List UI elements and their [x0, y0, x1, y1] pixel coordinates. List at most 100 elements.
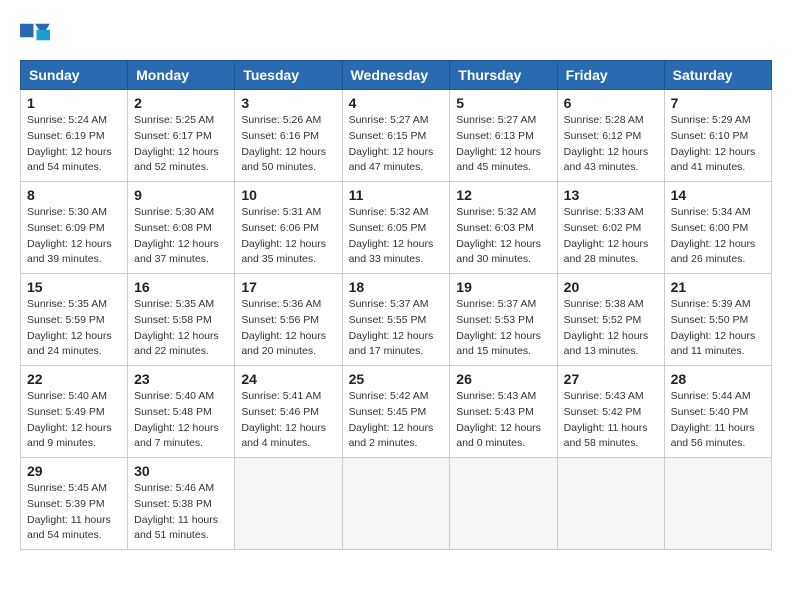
- daylight-minutes: and 50 minutes.: [241, 161, 316, 173]
- calendar-cell: 1 Sunrise: 5:24 AM Sunset: 6:19 PM Dayli…: [21, 90, 128, 182]
- day-info: Sunrise: 5:45 AM Sunset: 5:39 PM Dayligh…: [27, 481, 121, 544]
- day-number: 23: [134, 371, 228, 387]
- sunset-label: Sunset: 6:15 PM: [349, 130, 427, 142]
- daylight-minutes: and 24 minutes.: [27, 345, 102, 357]
- daylight-label: Daylight: 12 hours: [134, 146, 219, 158]
- day-info: Sunrise: 5:35 AM Sunset: 5:59 PM Dayligh…: [27, 297, 121, 360]
- daylight-minutes: and 33 minutes.: [349, 253, 424, 265]
- calendar-cell: 3 Sunrise: 5:26 AM Sunset: 6:16 PM Dayli…: [235, 90, 342, 182]
- day-number: 6: [564, 95, 658, 111]
- daylight-minutes: and 37 minutes.: [134, 253, 209, 265]
- daylight-minutes: and 0 minutes.: [456, 437, 525, 449]
- daylight-minutes: and 2 minutes.: [349, 437, 418, 449]
- calendar-cell: 24 Sunrise: 5:41 AM Sunset: 5:46 PM Dayl…: [235, 366, 342, 458]
- daylight-label: Daylight: 12 hours: [564, 330, 649, 342]
- sunset-label: Sunset: 5:38 PM: [134, 498, 212, 510]
- day-info: Sunrise: 5:25 AM Sunset: 6:17 PM Dayligh…: [134, 113, 228, 176]
- day-info: Sunrise: 5:30 AM Sunset: 6:08 PM Dayligh…: [134, 205, 228, 268]
- sunrise-label: Sunrise: 5:36 AM: [241, 298, 321, 310]
- daylight-minutes: and 43 minutes.: [564, 161, 639, 173]
- calendar-cell: 4 Sunrise: 5:27 AM Sunset: 6:15 PM Dayli…: [342, 90, 450, 182]
- sunrise-label: Sunrise: 5:40 AM: [27, 390, 107, 402]
- calendar-week-row: 29 Sunrise: 5:45 AM Sunset: 5:39 PM Dayl…: [21, 458, 772, 550]
- day-number: 19: [456, 279, 550, 295]
- calendar-cell: 6 Sunrise: 5:28 AM Sunset: 6:12 PM Dayli…: [557, 90, 664, 182]
- calendar-cell: 7 Sunrise: 5:29 AM Sunset: 6:10 PM Dayli…: [664, 90, 771, 182]
- day-info: Sunrise: 5:27 AM Sunset: 6:15 PM Dayligh…: [349, 113, 444, 176]
- daylight-minutes: and 26 minutes.: [671, 253, 746, 265]
- day-info: Sunrise: 5:35 AM Sunset: 5:58 PM Dayligh…: [134, 297, 228, 360]
- daylight-label: Daylight: 12 hours: [671, 146, 756, 158]
- sunrise-label: Sunrise: 5:46 AM: [134, 482, 214, 494]
- calendar-cell: 23 Sunrise: 5:40 AM Sunset: 5:48 PM Dayl…: [128, 366, 235, 458]
- day-info: Sunrise: 5:34 AM Sunset: 6:00 PM Dayligh…: [671, 205, 765, 268]
- logo-icon: [20, 20, 50, 50]
- calendar-week-row: 8 Sunrise: 5:30 AM Sunset: 6:09 PM Dayli…: [21, 182, 772, 274]
- calendar-cell: 20 Sunrise: 5:38 AM Sunset: 5:52 PM Dayl…: [557, 274, 664, 366]
- sunset-label: Sunset: 5:45 PM: [349, 406, 427, 418]
- sunrise-label: Sunrise: 5:35 AM: [134, 298, 214, 310]
- day-info: Sunrise: 5:27 AM Sunset: 6:13 PM Dayligh…: [456, 113, 550, 176]
- day-number: 10: [241, 187, 335, 203]
- sunrise-label: Sunrise: 5:39 AM: [671, 298, 751, 310]
- daylight-minutes: and 30 minutes.: [456, 253, 531, 265]
- daylight-minutes: and 41 minutes.: [671, 161, 746, 173]
- sunrise-label: Sunrise: 5:27 AM: [456, 114, 536, 126]
- daylight-label: Daylight: 12 hours: [134, 330, 219, 342]
- day-info: Sunrise: 5:43 AM Sunset: 5:42 PM Dayligh…: [564, 389, 658, 452]
- daylight-minutes: and 39 minutes.: [27, 253, 102, 265]
- daylight-minutes: and 15 minutes.: [456, 345, 531, 357]
- daylight-label: Daylight: 12 hours: [456, 422, 541, 434]
- daylight-minutes: and 54 minutes.: [27, 161, 102, 173]
- col-wednesday: Wednesday: [342, 61, 450, 90]
- day-number: 8: [27, 187, 121, 203]
- calendar-cell: 14 Sunrise: 5:34 AM Sunset: 6:00 PM Dayl…: [664, 182, 771, 274]
- sunset-label: Sunset: 5:53 PM: [456, 314, 534, 326]
- sunrise-label: Sunrise: 5:42 AM: [349, 390, 429, 402]
- day-number: 11: [349, 187, 444, 203]
- sunrise-label: Sunrise: 5:27 AM: [349, 114, 429, 126]
- sunset-label: Sunset: 5:49 PM: [27, 406, 105, 418]
- sunset-label: Sunset: 6:06 PM: [241, 222, 319, 234]
- day-number: 15: [27, 279, 121, 295]
- sunrise-label: Sunrise: 5:35 AM: [27, 298, 107, 310]
- sunset-label: Sunset: 6:19 PM: [27, 130, 105, 142]
- day-number: 25: [349, 371, 444, 387]
- day-info: Sunrise: 5:40 AM Sunset: 5:49 PM Dayligh…: [27, 389, 121, 452]
- calendar-cell: 2 Sunrise: 5:25 AM Sunset: 6:17 PM Dayli…: [128, 90, 235, 182]
- day-number: 9: [134, 187, 228, 203]
- daylight-label: Daylight: 12 hours: [349, 330, 434, 342]
- daylight-label: Daylight: 12 hours: [27, 330, 112, 342]
- calendar-cell: 18 Sunrise: 5:37 AM Sunset: 5:55 PM Dayl…: [342, 274, 450, 366]
- sunset-label: Sunset: 6:10 PM: [671, 130, 749, 142]
- sunset-label: Sunset: 5:40 PM: [671, 406, 749, 418]
- col-tuesday: Tuesday: [235, 61, 342, 90]
- logo: [20, 20, 58, 50]
- daylight-minutes: and 56 minutes.: [671, 437, 746, 449]
- daylight-label: Daylight: 11 hours: [27, 514, 111, 526]
- sunrise-label: Sunrise: 5:37 AM: [456, 298, 536, 310]
- day-number: 28: [671, 371, 765, 387]
- col-sunday: Sunday: [21, 61, 128, 90]
- daylight-label: Daylight: 12 hours: [671, 330, 756, 342]
- calendar-cell: 25 Sunrise: 5:42 AM Sunset: 5:45 PM Dayl…: [342, 366, 450, 458]
- sunset-label: Sunset: 5:42 PM: [564, 406, 642, 418]
- daylight-label: Daylight: 12 hours: [349, 238, 434, 250]
- daylight-label: Daylight: 12 hours: [241, 238, 326, 250]
- daylight-label: Daylight: 11 hours: [671, 422, 755, 434]
- calendar-cell: 19 Sunrise: 5:37 AM Sunset: 5:53 PM Dayl…: [450, 274, 557, 366]
- sunrise-label: Sunrise: 5:30 AM: [27, 206, 107, 218]
- calendar-cell: 11 Sunrise: 5:32 AM Sunset: 6:05 PM Dayl…: [342, 182, 450, 274]
- calendar-week-row: 15 Sunrise: 5:35 AM Sunset: 5:59 PM Dayl…: [21, 274, 772, 366]
- daylight-label: Daylight: 12 hours: [134, 422, 219, 434]
- daylight-label: Daylight: 12 hours: [456, 238, 541, 250]
- day-number: 1: [27, 95, 121, 111]
- calendar-table: Sunday Monday Tuesday Wednesday Thursday…: [20, 60, 772, 550]
- day-number: 18: [349, 279, 444, 295]
- calendar-cell: 21 Sunrise: 5:39 AM Sunset: 5:50 PM Dayl…: [664, 274, 771, 366]
- daylight-minutes: and 35 minutes.: [241, 253, 316, 265]
- daylight-label: Daylight: 12 hours: [349, 146, 434, 158]
- daylight-minutes: and 22 minutes.: [134, 345, 209, 357]
- sunset-label: Sunset: 6:05 PM: [349, 222, 427, 234]
- day-number: 26: [456, 371, 550, 387]
